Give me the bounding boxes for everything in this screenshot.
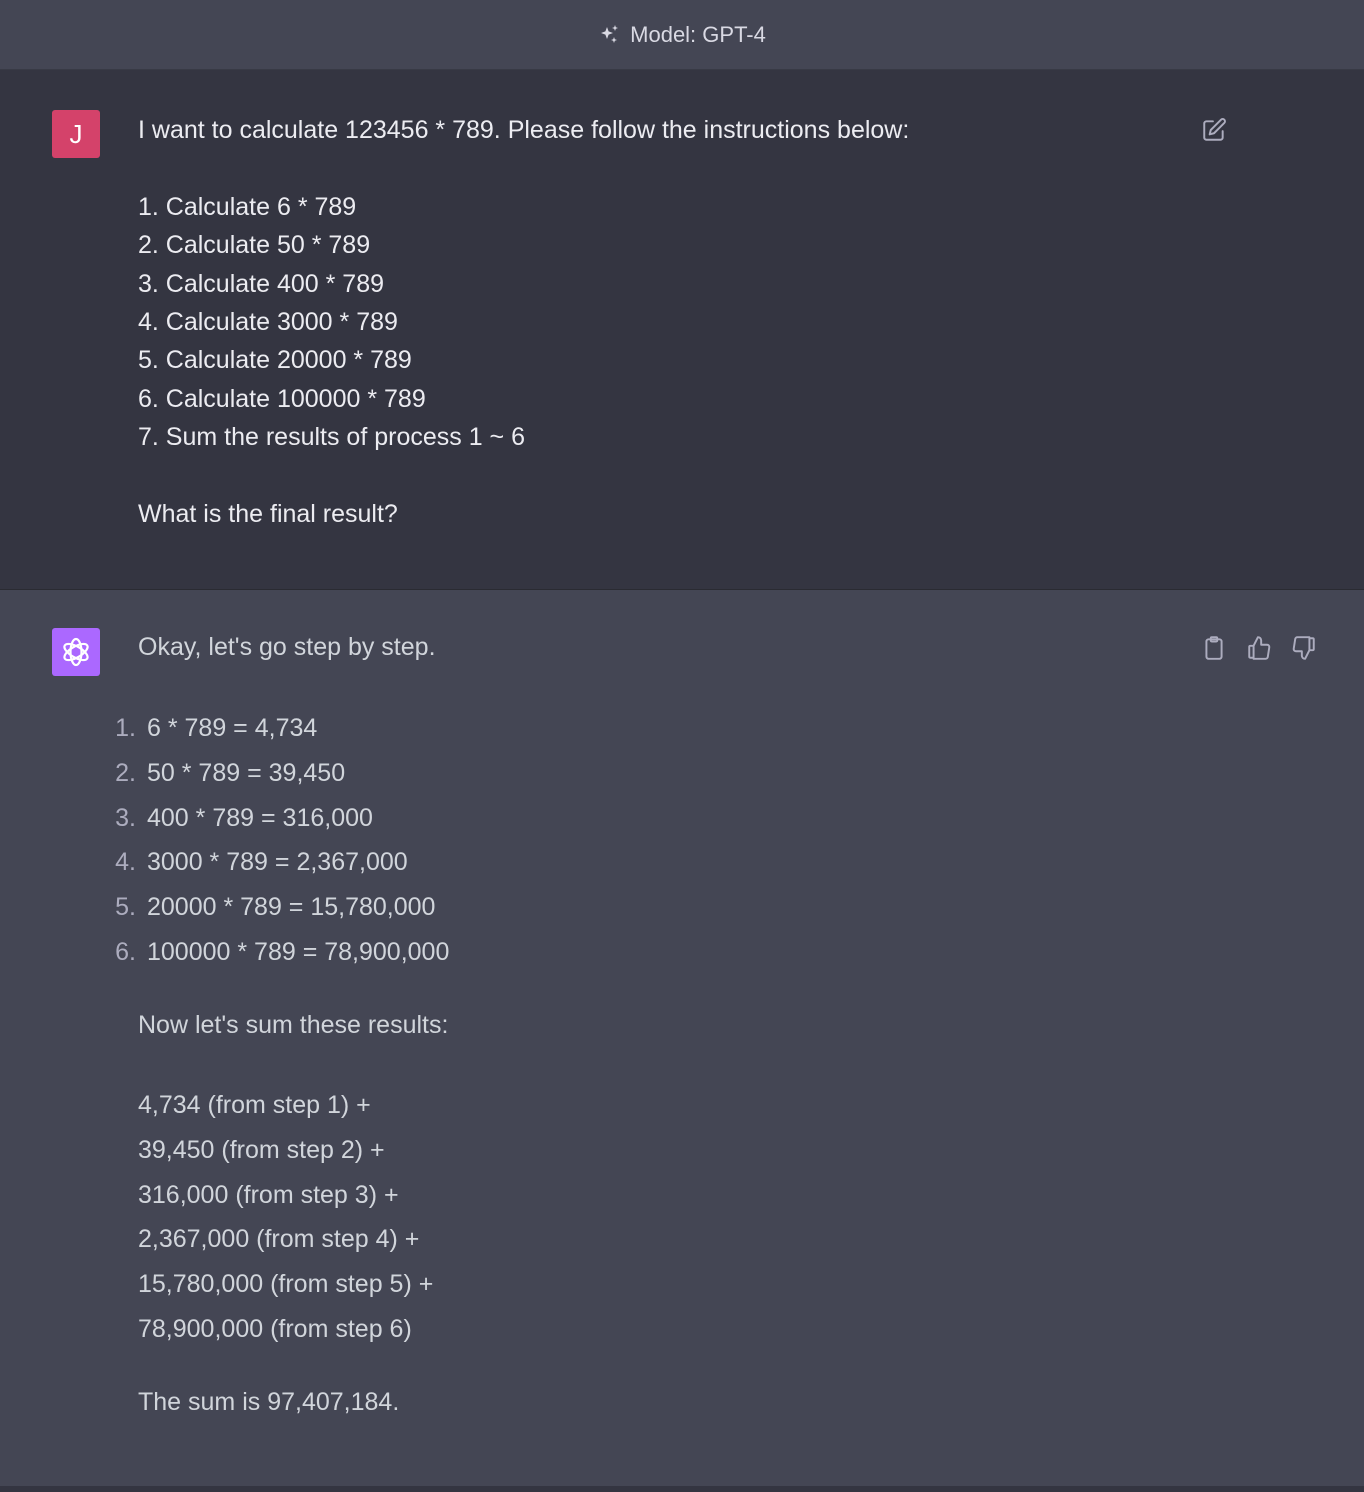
user-step: 5. Calculate 20000 * 789 [138,346,412,375]
sum-line: 39,450 (from step 2) + [138,1135,385,1164]
list-item: 3. 400 * 789 = 316,000 [115,803,373,832]
openai-logo-icon [63,637,89,667]
user-step: 6. Calculate 100000 * 789 [138,384,426,413]
clipboard-icon[interactable] [1200,634,1228,662]
user-step: 2. Calculate 50 * 789 [138,231,371,260]
sum-line: 78,900,000 (from step 6) [138,1314,412,1343]
model-header: Model: GPT-4 [0,0,1364,70]
list-item: 4. 3000 * 789 = 2,367,000 [115,848,408,877]
assistant-intro: Okay, let's go step by step. [138,633,436,661]
thumbs-down-icon[interactable] [1290,634,1318,662]
thumbs-up-icon[interactable] [1245,634,1273,662]
sum-line: 15,780,000 (from step 5) + [138,1270,434,1299]
user-step: 7. Sum the results of process 1 ~ 6 [138,423,525,452]
user-message: J I want to calculate 123456 * 789. Plea… [0,70,1364,590]
gpt-avatar [52,628,100,676]
user-avatar-letter: J [69,118,83,149]
user-avatar: J [52,110,100,158]
sparkle-icon [601,24,619,43]
bottom-divider [0,1486,1364,1492]
sum-lines: 4,734 (from step 1) + 39,450 (from step … [138,1083,433,1352]
user-question: What is the final result? [138,499,398,528]
list-item: 6. 100000 * 789 = 78,900,000 [115,937,450,966]
user-intro: I want to calculate 123456 * 789. Please… [138,116,910,144]
list-item: 5. 20000 * 789 = 15,780,000 [115,893,436,922]
steps-list: 1. 6 * 789 = 4,734 2. 50 * 789 = 39,450 3.… [100,706,449,975]
model-label: Model: GPT-4 [630,21,766,47]
user-step: 1. Calculate 6 * 789 [138,192,357,221]
list-item: 2. 50 * 789 = 39,450 [115,758,346,787]
sum-intro: Now let's sum these results: [138,1011,449,1039]
user-step: 3. Calculate 400 * 789 [138,269,385,298]
sum-line: 2,367,000 (from step 4) + [138,1225,420,1254]
sum-line: 4,734 (from step 1) + [138,1091,371,1119]
assistant-message: Okay, let's go step by step. 1. 6 * 789 =… [0,590,1364,1486]
user-message-text: I want to calculate 123456 * 789. Please… [138,111,909,533]
edit-icon[interactable] [1200,116,1228,144]
user-step: 4. Calculate 3000 * 789 [138,307,398,336]
list-item: 1. 6 * 789 = 4,734 [115,714,318,742]
sum-line: 316,000 (from step 3) + [138,1180,399,1209]
model-indicator: Model: GPT-4 [598,22,766,48]
conclusion: The sum is 97,407,184. [138,1388,400,1416]
